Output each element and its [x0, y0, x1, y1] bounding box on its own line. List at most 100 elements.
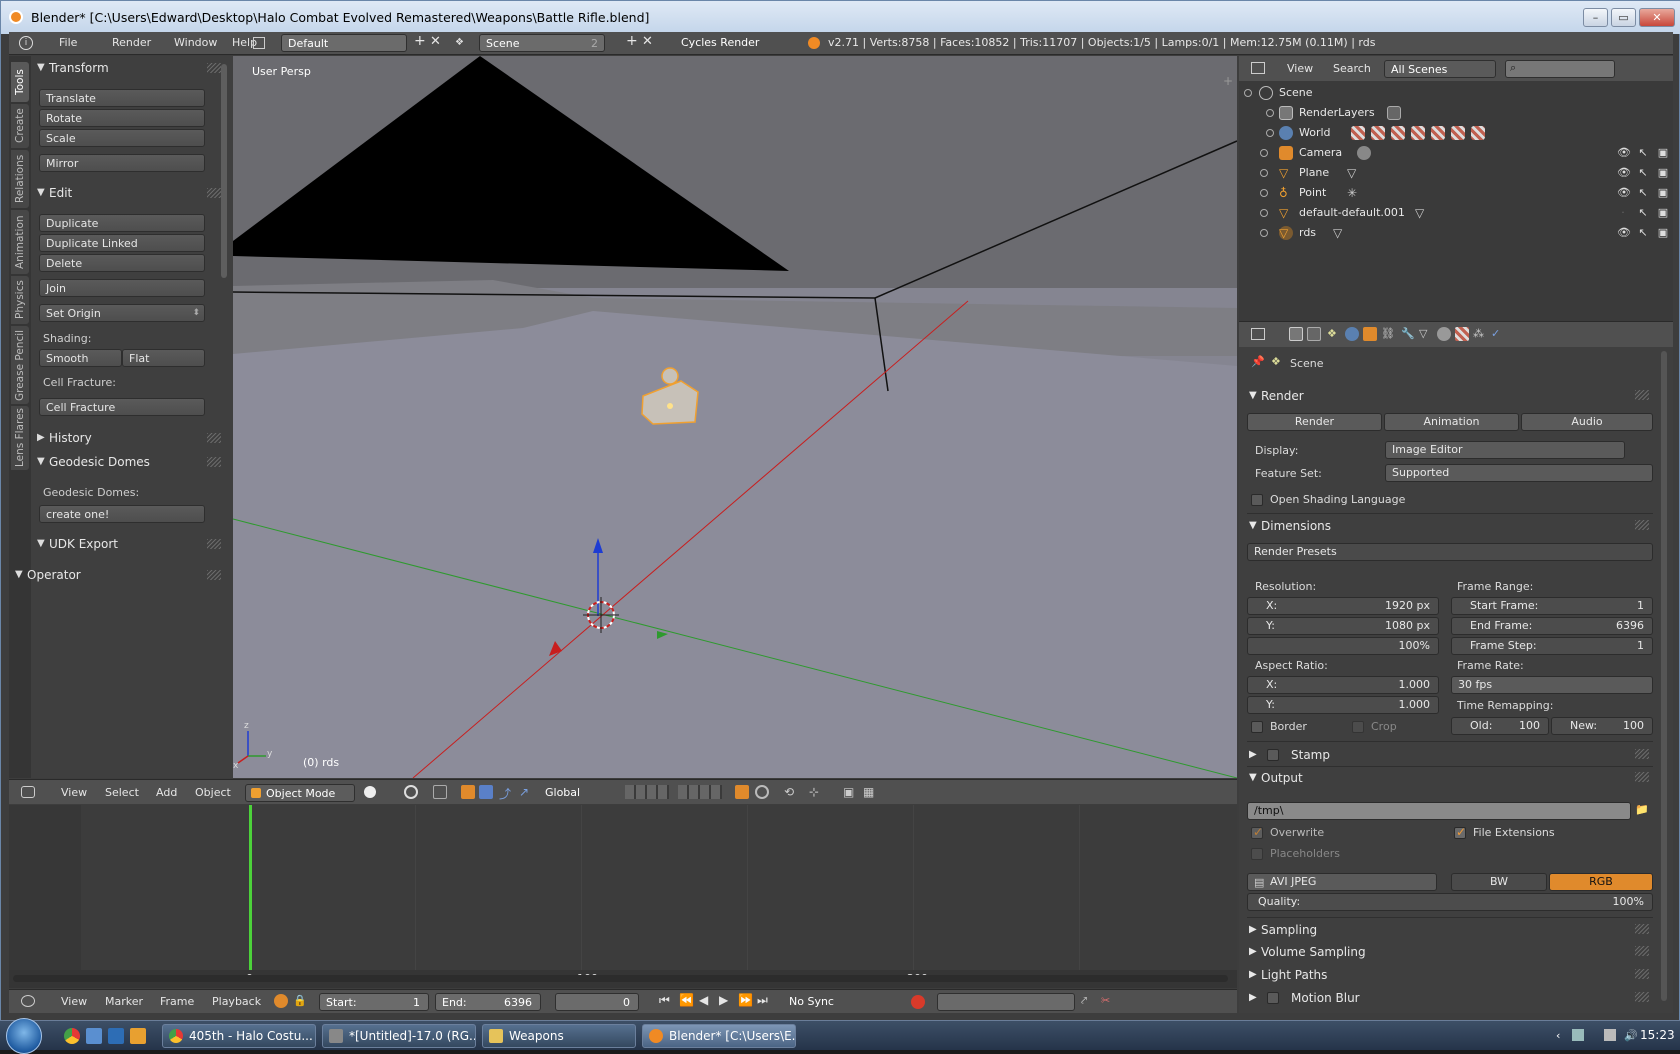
clock[interactable]: 15:23: [1640, 1028, 1675, 1042]
manipulator-toggle-icon[interactable]: [433, 785, 447, 799]
add-scene-button[interactable]: +: [626, 33, 638, 49]
layout-selector[interactable]: Default: [281, 34, 407, 52]
play-button[interactable]: ▶: [719, 993, 728, 1007]
flat-button[interactable]: Flat: [122, 349, 205, 367]
aspect-y-field[interactable]: Y: 1.000: [1247, 696, 1439, 714]
render-tab-icon[interactable]: [1289, 327, 1303, 341]
scale-button[interactable]: Scale: [39, 129, 205, 147]
geodesic-panel-header[interactable]: ▼ Geodesic Domes: [33, 452, 225, 472]
menu-file[interactable]: File: [59, 36, 77, 49]
world-tab-icon[interactable]: [1345, 327, 1359, 341]
tab-animation[interactable]: Animation: [11, 210, 29, 274]
lock-icon[interactable]: 🔒: [293, 994, 307, 1008]
timeline-menu-frame[interactable]: Frame: [160, 995, 194, 1008]
taskbar-item-weapons[interactable]: Weapons: [482, 1024, 636, 1048]
quality-slider[interactable]: Quality: 100%: [1247, 893, 1653, 911]
light-paths-panel-header[interactable]: ▶ Light Paths: [1247, 964, 1653, 986]
render-camera-icon[interactable]: ▣: [843, 785, 857, 799]
start-button[interactable]: [6, 1018, 42, 1054]
physics-tab-icon[interactable]: ✓: [1491, 327, 1505, 341]
menu-object[interactable]: Object: [195, 786, 231, 799]
minimize-button[interactable]: –: [1583, 8, 1608, 27]
render-anim-icon[interactable]: ▦: [863, 785, 877, 799]
bw-toggle[interactable]: BW: [1451, 873, 1547, 891]
timeline-menu-playback[interactable]: Playback: [212, 995, 261, 1008]
outliner-row-plane[interactable]: ▽ Plane ▽ 👁 ↖ ▣: [1239, 163, 1673, 183]
timeline-menu-view[interactable]: View: [61, 995, 87, 1008]
frame-step-field[interactable]: Frame Step: 1: [1451, 637, 1653, 655]
display-tray-icon[interactable]: [1604, 1029, 1616, 1041]
jump-end-button[interactable]: ⏭: [757, 993, 768, 1008]
timeline-area[interactable]: 0 100 200: [9, 805, 1237, 988]
transform-orientation-selector[interactable]: Global: [539, 784, 619, 802]
arrow-manipulator-icon[interactable]: ↗: [519, 785, 533, 799]
current-frame-field[interactable]: 0: [555, 993, 639, 1011]
tab-relations[interactable]: Relations: [11, 150, 29, 208]
create-one-button[interactable]: create one!: [39, 505, 205, 523]
join-button[interactable]: Join: [39, 279, 205, 297]
placeholders-checkbox[interactable]: [1251, 848, 1263, 860]
outliner-search-input[interactable]: ⌕: [1505, 60, 1615, 78]
3d-viewport[interactable]: z y x User Persp (0) rds +: [233, 56, 1237, 778]
dimensions-panel-header[interactable]: ▼ Dimensions: [1247, 515, 1653, 537]
outliner-row-world[interactable]: World: [1239, 123, 1673, 143]
editor-type-icon[interactable]: [21, 786, 35, 798]
current-frame-cursor[interactable]: [249, 805, 252, 973]
media-player-quicklaunch-icon[interactable]: [130, 1028, 146, 1044]
folder-icon[interactable]: 📁: [1635, 803, 1649, 816]
tool-shelf-scrollbar[interactable]: [221, 64, 227, 278]
taskbar-item-untitled[interactable]: *[Untitled]-17.0 (RG...: [322, 1024, 476, 1048]
mirror-button[interactable]: Mirror: [39, 154, 205, 172]
render-engine-selector[interactable]: Cycles Render: [675, 34, 791, 52]
start-frame-field[interactable]: Start Frame: 1: [1451, 597, 1653, 615]
render-panel-header[interactable]: ▼ Render: [1247, 385, 1653, 407]
sampling-panel-header[interactable]: ▶ Sampling: [1247, 919, 1653, 941]
history-panel-header[interactable]: ▶ History: [33, 428, 225, 448]
sync-selector[interactable]: No Sync: [783, 993, 893, 1011]
snap-icon[interactable]: ⟲: [784, 785, 798, 799]
close-button[interactable]: ✕: [1639, 8, 1675, 27]
outliner-row-renderlayers[interactable]: RenderLayers: [1239, 103, 1673, 123]
snap-element-icon[interactable]: ⊹: [809, 785, 823, 799]
material-tab-icon[interactable]: [1437, 327, 1451, 341]
explorer-quicklaunch-icon[interactable]: [108, 1028, 124, 1044]
udk-export-panel-header[interactable]: ▼ UDK Export: [33, 534, 225, 554]
file-format-selector[interactable]: ▤ AVI JPEG: [1247, 873, 1437, 891]
duplicate-button[interactable]: Duplicate: [39, 214, 205, 232]
remove-layout-button[interactable]: ✕: [430, 34, 441, 49]
object-tab-icon[interactable]: [1363, 327, 1377, 341]
desktop-quicklaunch-icon[interactable]: [86, 1028, 102, 1044]
menu-add[interactable]: Add: [156, 786, 177, 799]
jump-start-button[interactable]: ⏮: [659, 993, 670, 1008]
mode-selector[interactable]: Object Mode: [245, 784, 355, 802]
jump-keyframe-back-button[interactable]: ⏪: [679, 993, 694, 1007]
menu-render[interactable]: Render: [112, 36, 151, 49]
volume-sampling-panel-header[interactable]: ▶ Volume Sampling: [1247, 941, 1653, 963]
display-selector[interactable]: Image Editor: [1385, 441, 1625, 459]
proportional-edit-icon[interactable]: [755, 785, 769, 799]
scene-tab-icon[interactable]: ❖: [1327, 327, 1341, 341]
outliner-row-default-default-001[interactable]: ▽ default-default.001 ▽ · ↖ ▣: [1239, 203, 1673, 223]
menu-select[interactable]: Select: [105, 786, 139, 799]
time-remap-new-field[interactable]: New: 100: [1551, 717, 1653, 735]
render-layers-tab-icon[interactable]: [1307, 327, 1321, 341]
end-frame-field[interactable]: End Frame: 6396: [1451, 617, 1653, 635]
outliner-row-point[interactable]: ♁ Point ✳ 👁 ↖ ▣: [1239, 183, 1673, 203]
scene-icon[interactable]: ❖: [455, 37, 469, 49]
delete-button[interactable]: Delete: [39, 254, 205, 272]
output-path-input[interactable]: /tmp\: [1247, 802, 1631, 820]
set-origin-dropdown[interactable]: Set Origin ⬍: [39, 304, 205, 322]
outliner-menu-view[interactable]: View: [1287, 62, 1313, 75]
keying-set-field[interactable]: [937, 993, 1075, 1011]
outliner-row-camera[interactable]: Camera 👁 ↖ ▣: [1239, 143, 1673, 163]
plus-icon[interactable]: +: [1223, 74, 1233, 88]
rotate-button[interactable]: Rotate: [39, 109, 205, 127]
chrome-quicklaunch-icon[interactable]: [64, 1028, 80, 1044]
motion-blur-panel-header[interactable]: ▶ Motion Blur: [1247, 987, 1653, 1009]
tab-create[interactable]: Create: [11, 104, 29, 148]
frame-rate-selector[interactable]: 30 fps: [1451, 676, 1653, 694]
timeline-scrollbar[interactable]: [13, 975, 1228, 982]
outliner-editor-icon[interactable]: [1251, 62, 1265, 74]
constraints-tab-icon[interactable]: ⛓: [1381, 327, 1395, 341]
rgb-toggle[interactable]: RGB: [1549, 873, 1653, 891]
